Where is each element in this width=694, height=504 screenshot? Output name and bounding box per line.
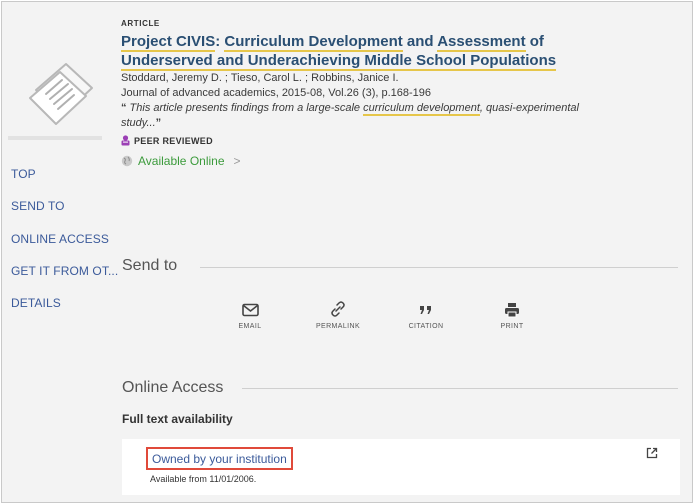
globe-icon xyxy=(121,155,133,167)
availability-status[interactable]: Available Online > xyxy=(121,154,681,168)
record-title[interactable]: Project CIVIS: Curriculum Development an… xyxy=(121,32,681,71)
nav-details[interactable]: DETAILS xyxy=(11,296,61,310)
nav-top[interactable]: TOP xyxy=(11,167,36,181)
full-text-service: Owned by your institution Available from… xyxy=(122,439,680,495)
snippet-highlight: curriculum development xyxy=(363,102,480,116)
send-to-heading: Send to xyxy=(122,257,178,274)
citation-label: CITATION xyxy=(408,323,444,330)
resource-type: ARTICLE xyxy=(121,19,160,28)
email-button[interactable]: EMAIL xyxy=(220,300,280,330)
title-segment[interactable]: : xyxy=(215,33,224,50)
title-highlight[interactable]: Curriculum Development xyxy=(224,33,403,52)
quote-icon xyxy=(420,306,431,314)
external-link-icon[interactable] xyxy=(646,447,658,459)
record-snippet: “ This article presents findings from a … xyxy=(121,101,601,131)
full-text-availability-label: Full text availability xyxy=(122,412,233,426)
peer-reviewed-label: PEER REVIEWED xyxy=(134,135,213,146)
title-highlight[interactable]: Underserved and Underachieving Middle Sc… xyxy=(121,52,557,71)
title-highlight[interactable]: Assessment xyxy=(437,33,526,52)
nav-get-it-from-other[interactable]: GET IT FROM OT... xyxy=(11,264,118,278)
envelope-icon xyxy=(241,303,259,317)
permalink-button[interactable]: PERMALINK xyxy=(308,300,368,330)
print-label: PRINT xyxy=(500,323,524,330)
snippet-text: This article presents findings from a la… xyxy=(126,102,364,114)
peer-reviewed-icon xyxy=(121,135,130,146)
record-source: Journal of advanced academics, 2015-08, … xyxy=(121,87,432,99)
thumbnail-divider xyxy=(8,136,102,140)
chevron-right-icon[interactable]: > xyxy=(234,154,241,168)
record-brief: ARTICLE Project CIVIS: Curriculum Develo… xyxy=(121,19,681,168)
online-access-heading: Online Access xyxy=(122,379,224,396)
citation-button[interactable]: CITATION xyxy=(396,300,456,330)
send-to-actions: EMAIL PERMALINK CITATION PRINT xyxy=(220,300,580,336)
permalink-label: PERMALINK xyxy=(315,323,361,330)
section-divider xyxy=(200,267,678,268)
available-from-text: Available from 11/01/2006. xyxy=(150,474,257,484)
title-segment[interactable]: and xyxy=(403,33,437,50)
title-highlight[interactable]: Project CIVIS xyxy=(121,33,216,52)
document-thumbnail-icon xyxy=(29,63,93,125)
close-quote-icon: ” xyxy=(155,117,162,129)
owned-by-institution-link[interactable]: Owned by your institution xyxy=(146,447,293,470)
print-button[interactable]: PRINT xyxy=(482,300,542,330)
search-result-panel: TOP SEND TO ONLINE ACCESS GET IT FROM OT… xyxy=(1,1,693,503)
printer-icon xyxy=(505,303,519,318)
nav-online-access[interactable]: ONLINE ACCESS xyxy=(11,232,109,246)
title-segment[interactable]: of xyxy=(526,33,544,50)
peer-reviewed-badge: PEER REVIEWED xyxy=(121,135,681,146)
email-label: EMAIL xyxy=(238,323,262,330)
availability-link[interactable]: Available Online xyxy=(138,154,225,168)
nav-send-to[interactable]: SEND TO xyxy=(11,199,65,213)
link-icon xyxy=(331,301,345,317)
record-authors: Stoddard, Jeremy D. ; Tieso, Carol L. ; … xyxy=(121,72,399,84)
section-divider xyxy=(242,388,678,389)
